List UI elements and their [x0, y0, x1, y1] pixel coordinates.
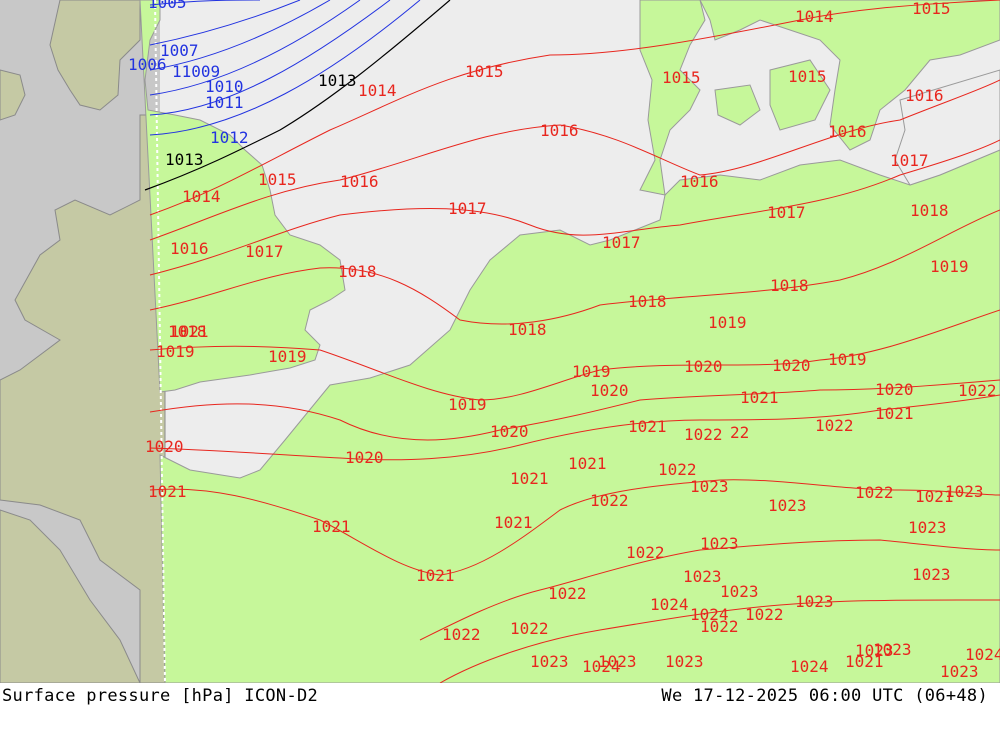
isobar-label: 1021 — [568, 454, 607, 473]
isobar-label: 1023 — [700, 534, 739, 553]
isobar-label: 1024 — [582, 657, 621, 676]
isobar-label: 1022 — [684, 425, 723, 444]
isobar-label: 1017 — [767, 203, 806, 222]
map-canvas: 100510071006 1100910101011101210131013101… — [0, 0, 1000, 683]
isobar-label: 1023 — [940, 662, 979, 681]
isobar-label: 1019 — [930, 257, 969, 276]
isobar-label: 1021 — [628, 417, 667, 436]
isobar-label: 1005 — [148, 0, 187, 12]
isobar-label: 1018 — [910, 201, 949, 220]
isobar-label: 1021 — [510, 469, 549, 488]
isobar-label: 1023 — [912, 565, 951, 584]
isobar-label: 1023 — [945, 482, 984, 501]
isobar-label: 1016 — [828, 122, 867, 141]
isobar-label: 1019 — [448, 395, 487, 414]
isobar-label: 1015 — [912, 0, 951, 18]
isobar-label: 1021 — [875, 404, 914, 423]
isobar-label: 1018 — [628, 292, 667, 311]
isobar-label: 1022 — [855, 483, 894, 502]
product-title: Surface pressure [hPa] ICON-D2 — [2, 686, 319, 706]
isobar-label: 1022 — [548, 584, 587, 603]
isobar-label: 1023 — [683, 567, 722, 586]
isobar-label: 1020 — [490, 422, 529, 441]
isobar-label: 1012 — [210, 128, 249, 147]
valid-time: We 17-12-2025 06:00 UTC (06+48) — [661, 686, 988, 706]
isobar-label: 1015 — [662, 68, 701, 87]
isobar-label: 1015 — [465, 62, 504, 81]
isobar-label: 1018 — [770, 276, 809, 295]
isobar-label: 1019 — [828, 350, 867, 369]
isobar-label: 1020 — [590, 381, 629, 400]
isobar-label: 1017 — [448, 199, 487, 218]
isobar-label: 1019 — [708, 313, 747, 332]
isobar-label: 1014 — [358, 81, 397, 100]
isobar-label: 1015 — [258, 170, 297, 189]
isobar-label: 1021 — [312, 517, 351, 536]
isobar-label: 1022 — [442, 625, 481, 644]
isobar-label: 1024 — [650, 595, 689, 614]
isobar-label: 1022 — [745, 605, 784, 624]
isobar-label: 1018 — [338, 262, 377, 281]
isobar-label: 1020 — [772, 356, 811, 375]
isobar-label: 1020 — [345, 448, 384, 467]
isobar-label: 1006 — [128, 55, 167, 74]
isobar-label: 1023 — [768, 496, 807, 515]
isobar-label: 1017 — [245, 242, 284, 261]
isobar-label: 1024 — [790, 657, 829, 676]
isobar-label: 1018 — [508, 320, 547, 339]
isobar-label: 1023 — [795, 592, 834, 611]
isobar-label: 1023 — [665, 652, 704, 671]
isobar-label: 1024 — [690, 605, 729, 624]
isobar-label: 1015 — [788, 67, 827, 86]
isobar-label: 1023 — [690, 477, 729, 496]
isobar-label: 1013 — [318, 71, 357, 90]
isobar-label: 1016 — [905, 86, 944, 105]
isobar-label: 1019 — [268, 347, 307, 366]
isobar-label: 1016 — [540, 121, 579, 140]
isobar-label: 1016 — [680, 172, 719, 191]
isobar-label: 1021 — [494, 513, 533, 532]
isobar-label: 1020 — [145, 437, 184, 456]
isobar-label: 1019 — [572, 362, 611, 381]
isobar-label: 1020 — [684, 357, 723, 376]
isobar-label: 1011 — [205, 93, 244, 112]
isobar-label: 1023 — [873, 640, 912, 659]
isobar-label: 1014 — [795, 7, 834, 26]
isobar-label: 1024 — [965, 645, 1000, 664]
isobar-label: 1023 — [530, 652, 569, 671]
isobar-label: 1013 — [165, 150, 204, 169]
isobar-label: 1021 — [148, 482, 187, 501]
isobar-label: 22 — [730, 423, 749, 442]
isobar-label: 1023 — [908, 518, 947, 537]
pressure-map: 1005 1007 1006 11009 1010 1011 1012 1013 1013 101… — [0, 0, 1000, 683]
isobar-label: 1021 — [740, 388, 779, 407]
isobar-label: 1019 — [156, 342, 195, 361]
isobar-label: 1016 — [340, 172, 379, 191]
isobar-label: 1022 — [815, 416, 854, 435]
isobar-label: 1017 — [890, 151, 929, 170]
isobar-label: 1021 — [416, 566, 455, 585]
isobar-label: 1014 — [182, 187, 221, 206]
isobar-label: 1021 — [170, 322, 209, 341]
isobar-label: 1022 — [590, 491, 629, 510]
isobar-label: 1022 — [958, 381, 997, 400]
isobar-label: 1022 — [626, 543, 665, 562]
isobar-label: 1016 — [170, 239, 209, 258]
isobar-label: 1022 — [510, 619, 549, 638]
isobar-label: 1020 — [875, 380, 914, 399]
isobar-label: 1023 — [720, 582, 759, 601]
footer-bar: Surface pressure [hPa] ICON-D2 We 17-12-… — [0, 683, 1000, 733]
isobar-label: 1017 — [602, 233, 641, 252]
